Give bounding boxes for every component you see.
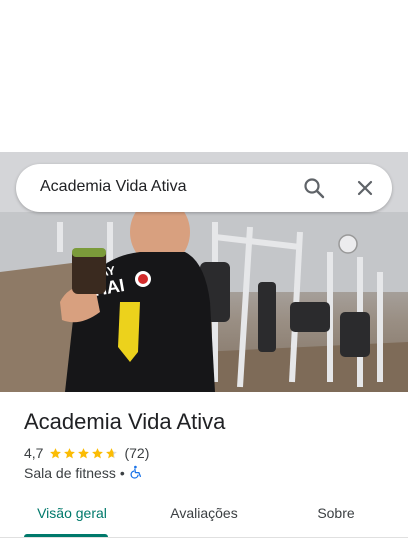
tab-about[interactable]: Sobre: [288, 490, 384, 536]
star-icon: [50, 447, 62, 458]
tab-bar: Visão geral Avaliações Sobre: [0, 490, 408, 538]
wheelchair-accessible-icon: [129, 465, 143, 482]
star-icon: [64, 447, 76, 458]
tab-about-label: Sobre: [317, 505, 355, 521]
search-bar[interactable]: Academia Vida Ativa: [16, 164, 392, 212]
rating-row[interactable]: 4,7 (72): [24, 445, 149, 461]
close-icon[interactable]: [353, 176, 377, 200]
tab-reviews[interactable]: Avaliações: [156, 490, 252, 536]
place-category: Sala de fitness: [24, 465, 116, 481]
tab-overview-label: Visão geral: [37, 505, 107, 521]
category-row: Sala de fitness •: [24, 465, 143, 481]
search-input[interactable]: Academia Vida Ativa: [40, 178, 290, 196]
tab-reviews-label: Avaliações: [170, 505, 238, 521]
tab-overview[interactable]: Visão geral: [24, 490, 120, 536]
star-icon: [78, 447, 90, 458]
star-rating: [49, 447, 119, 460]
star-icon: [92, 447, 104, 458]
place-title: Academia Vida Ativa: [24, 409, 226, 434]
search-icon[interactable]: [302, 176, 326, 200]
star-icon: [106, 447, 118, 458]
review-count[interactable]: (72): [124, 445, 149, 461]
rating-value: 4,7: [24, 445, 44, 461]
separator: •: [119, 465, 125, 481]
tab-divider: [0, 537, 408, 538]
blank-top-area: [0, 0, 408, 152]
